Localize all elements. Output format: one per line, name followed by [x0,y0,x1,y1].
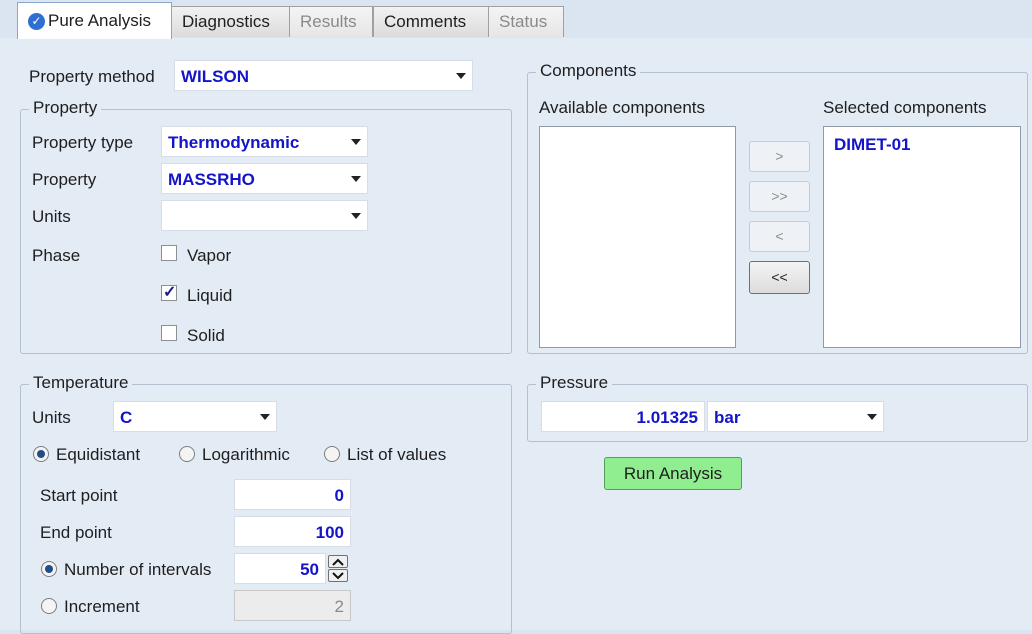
chevron-down-icon [332,572,344,580]
logarithmic-radio[interactable] [179,446,195,462]
temperature-units-label: Units [32,408,71,427]
number-of-intervals-radio[interactable] [41,561,57,577]
tab-results[interactable]: Results [289,6,373,37]
chevron-down-icon [351,176,361,182]
increment-input[interactable]: 2 [234,590,351,621]
property-select[interactable]: MASSRHO [161,163,368,194]
chevron-down-icon [456,73,466,79]
tab-label: Pure Analysis [48,11,151,30]
pressure-units-value: bar [714,408,741,427]
available-components-label: Available components [539,98,706,117]
property-method-select[interactable]: WILSON [174,60,473,91]
chevron-down-icon [351,139,361,145]
increase-intervals-button[interactable] [328,555,348,568]
logarithmic-label: Logarithmic [202,445,290,464]
tab-label: Diagnostics [182,12,270,31]
property-type-select[interactable]: Thermodynamic [161,126,368,157]
units-label: Units [32,207,71,226]
tab-label: Comments [384,12,467,31]
solid-checkbox[interactable] [161,325,177,341]
property-value: MASSRHO [168,170,255,189]
list-of-values-radio[interactable] [324,446,340,462]
chevron-down-icon [351,213,361,219]
selected-components-label: Selected components [823,98,987,117]
property-label: Property [32,170,97,189]
property-type-value: Thermodynamic [168,133,300,152]
temperature-units-select[interactable]: C [113,401,277,432]
chevron-up-icon [332,558,344,566]
end-point-input[interactable]: 100 [234,516,351,547]
tab-pure-analysis[interactable]: ✓ Pure Analysis [17,2,172,39]
tab-comments[interactable]: Comments [373,6,489,37]
phase-label: Phase [32,246,81,265]
add-all-components-button[interactable]: >> [749,181,810,212]
end-point-label: End point [40,523,112,542]
property-group-legend: Property [29,98,102,118]
temperature-units-value: C [120,408,133,427]
pressure-input[interactable]: 1.01325 [541,401,705,432]
chevron-down-icon [260,414,270,420]
tab-status[interactable]: Status [488,6,564,37]
tab-diagnostics[interactable]: Diagnostics [171,6,290,37]
property-method-label: Property method [29,67,155,86]
units-select[interactable] [161,200,368,231]
solid-label: Solid [187,326,225,345]
chevron-down-icon [867,414,877,420]
add-component-button[interactable]: > [749,141,810,172]
equidistant-radio[interactable] [33,446,49,462]
remove-all-components-button[interactable]: << [749,261,810,294]
tab-strip: ✓ Pure Analysis Diagnostics Results Comme… [0,0,1032,39]
temperature-group-legend: Temperature [29,373,133,393]
remove-component-button[interactable]: < [749,221,810,252]
equidistant-label: Equidistant [56,445,141,464]
components-group-legend: Components [536,61,641,81]
run-analysis-button[interactable]: Run Analysis [604,457,742,490]
available-components-list[interactable] [539,126,736,348]
number-of-intervals-label: Number of intervals [64,560,212,579]
vapor-checkbox[interactable] [161,245,177,261]
liquid-checkbox[interactable] [161,282,177,302]
property-type-label: Property type [32,133,134,152]
increment-radio[interactable] [41,598,57,614]
list-item[interactable]: DIMET-01 [824,127,1020,163]
property-method-value: WILSON [181,67,249,86]
pressure-group-legend: Pressure [536,373,613,393]
increment-label: Increment [64,597,140,616]
list-of-values-label: List of values [347,445,447,464]
pressure-units-select[interactable]: bar [707,401,884,432]
selected-components-list[interactable]: DIMET-01 [823,126,1021,348]
tab-label: Results [300,12,357,31]
decrease-intervals-button[interactable] [328,569,348,582]
liquid-label: Liquid [187,286,233,305]
number-of-intervals-input[interactable]: 50 [234,553,326,584]
start-point-input[interactable]: 0 [234,479,351,510]
vapor-label: Vapor [187,246,232,265]
check-circle-icon: ✓ [28,13,45,30]
tab-label: Status [499,12,548,31]
start-point-label: Start point [40,486,118,505]
